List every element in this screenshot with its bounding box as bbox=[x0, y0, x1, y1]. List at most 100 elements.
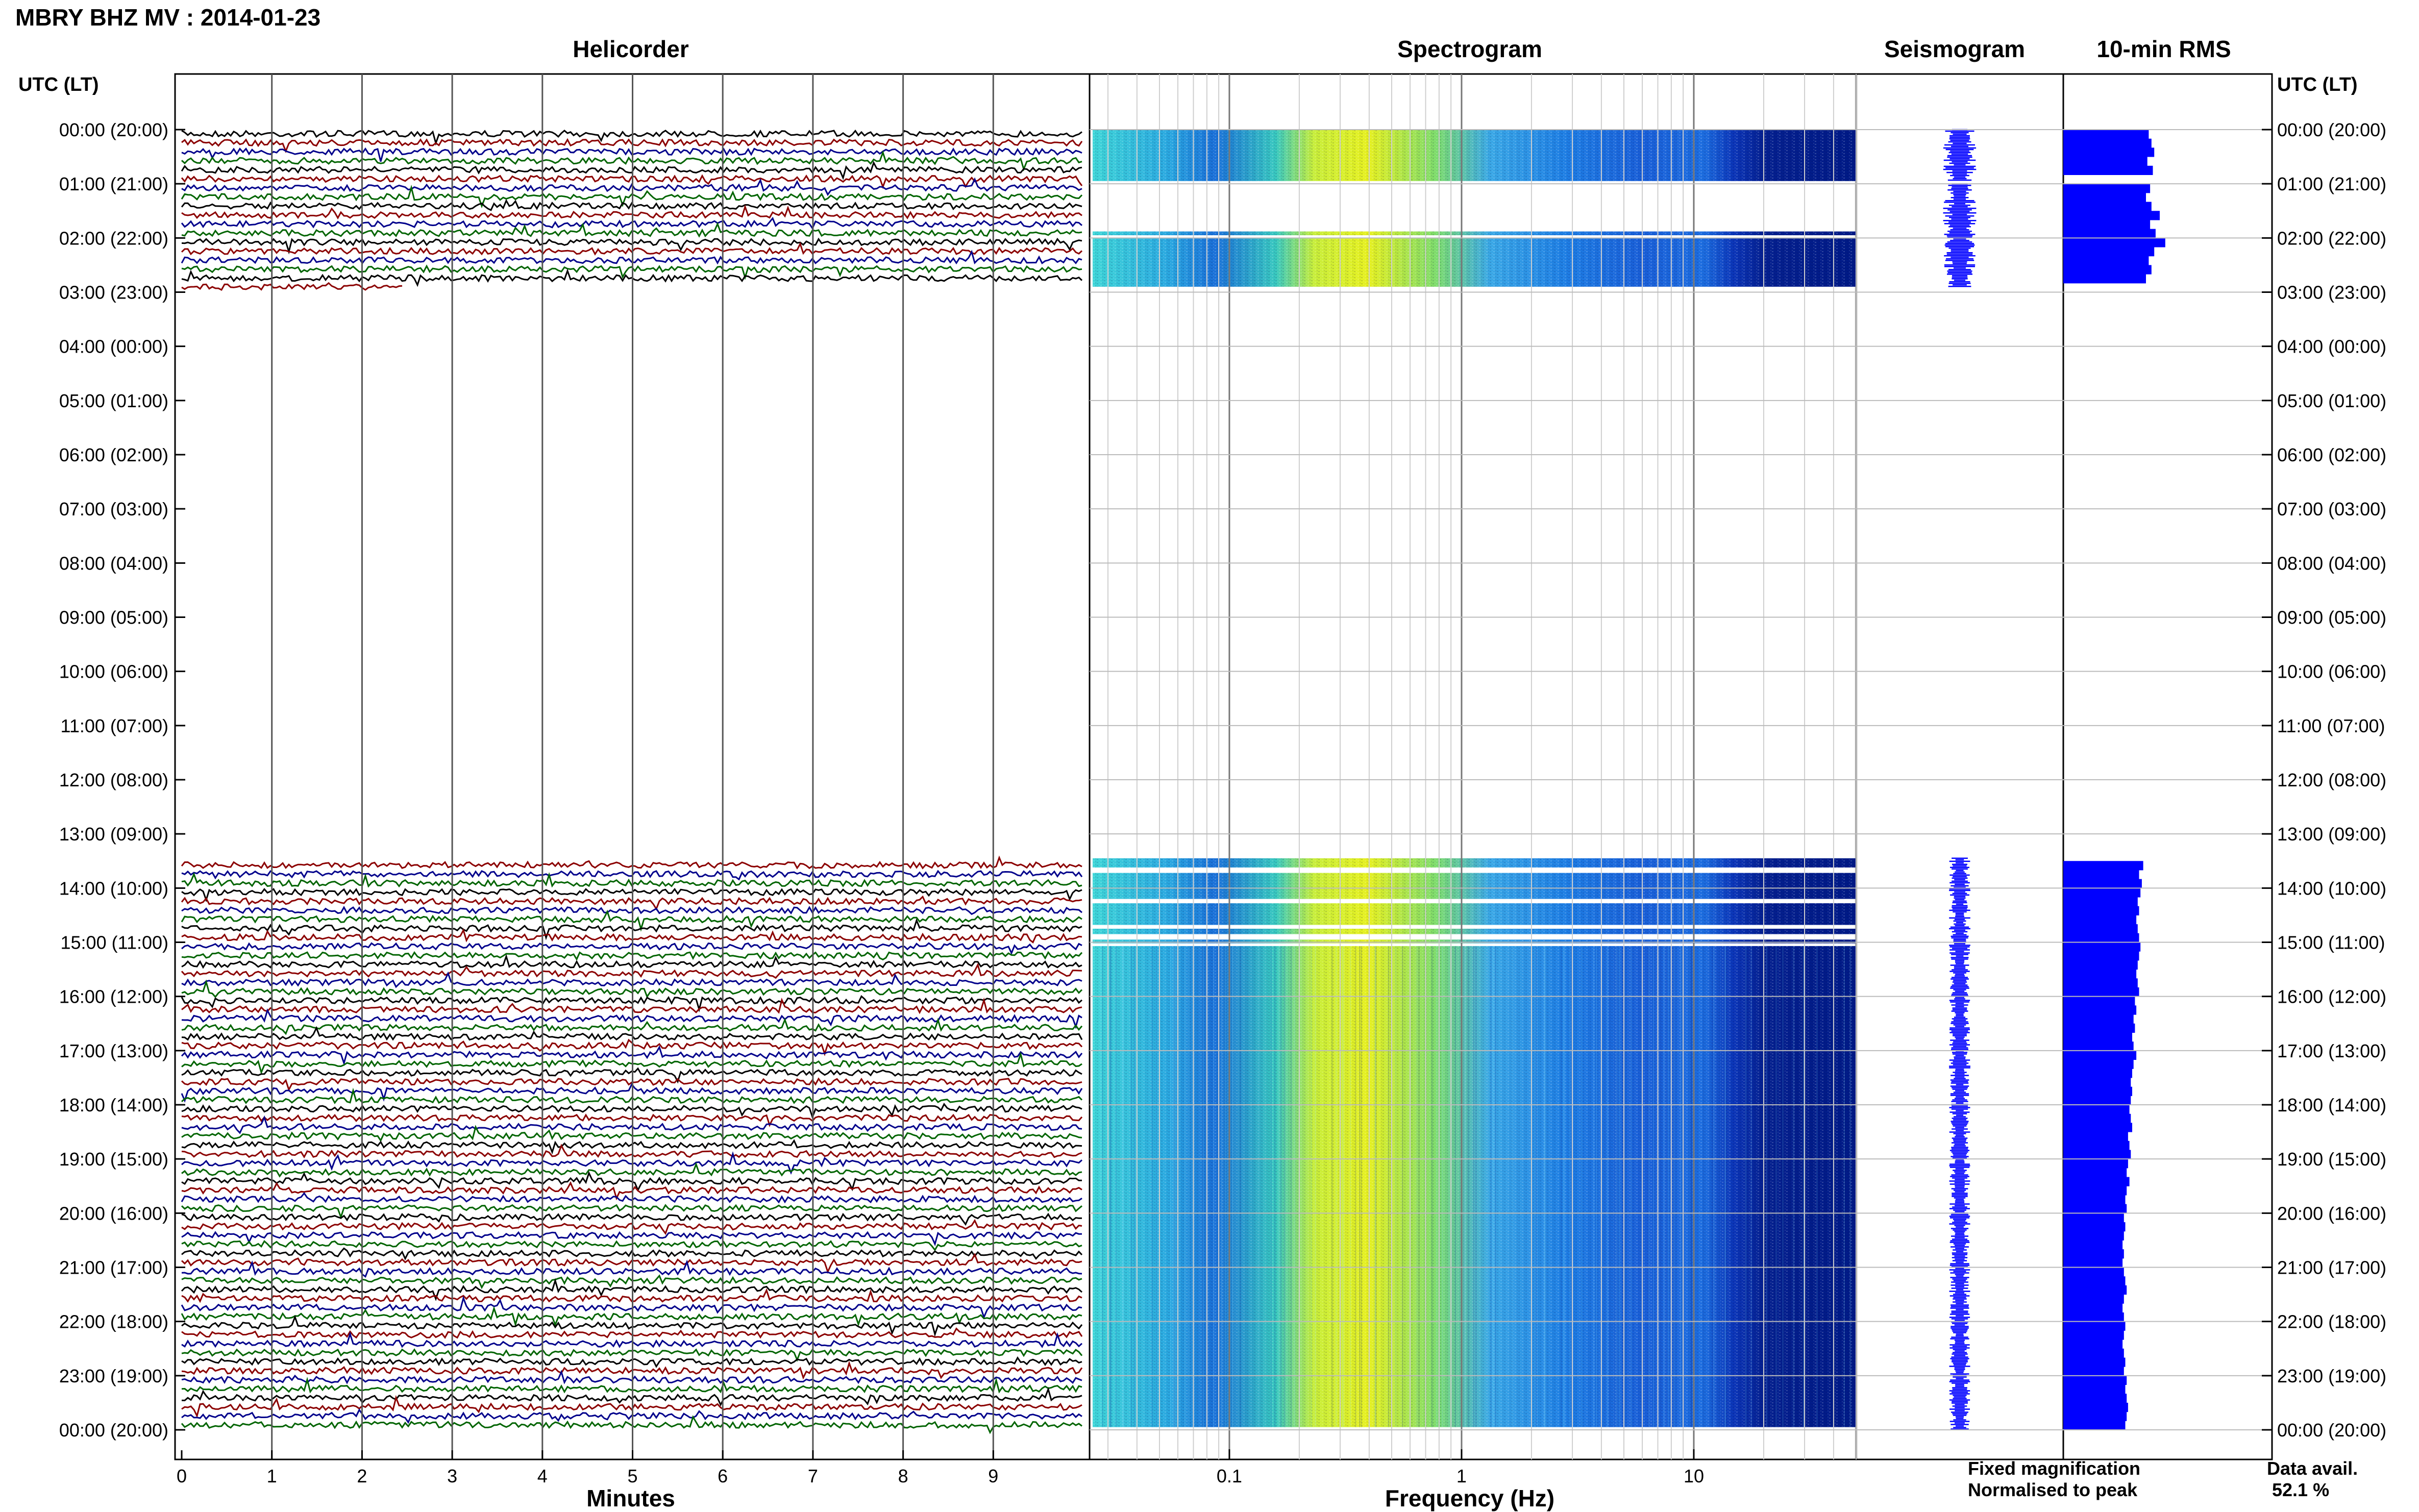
left-time-label: 02:00 (22:00) bbox=[59, 228, 168, 249]
right-time-label: 02:00 (22:00) bbox=[2277, 228, 2386, 249]
right-time-label: 10:00 (06:00) bbox=[2277, 661, 2386, 682]
spectrogram-streak bbox=[1448, 946, 1450, 1427]
right-time-label: 00:00 (20:00) bbox=[2277, 119, 2386, 140]
minute-tick-label: 0 bbox=[177, 1466, 187, 1486]
rms-bar bbox=[2063, 897, 2138, 907]
spectrogram-streak bbox=[1712, 946, 1713, 1427]
spectrogram-streak bbox=[1665, 946, 1667, 1427]
left-time-ticks: 00:00 (20:00) 01:00 (21:00) 02:00 (22:00) 0… bbox=[59, 119, 185, 1441]
spectrogram-streak bbox=[1291, 946, 1292, 1427]
spectrogram-streak bbox=[1176, 946, 1177, 1427]
right-time-label: 22:00 (18:00) bbox=[2277, 1311, 2386, 1332]
spectrogram-streak bbox=[1745, 946, 1746, 1427]
right-time-label: 07:00 (03:00) bbox=[2277, 499, 2386, 519]
spectrogram-streak bbox=[1278, 946, 1279, 1427]
rms-bar bbox=[2063, 238, 2165, 247]
minute-tick-label: 2 bbox=[357, 1466, 367, 1486]
spectrogram-streak bbox=[1561, 946, 1562, 1427]
rms-bar bbox=[2063, 915, 2137, 925]
right-time-label: 04:00 (00:00) bbox=[2277, 336, 2386, 357]
spectrogram-streak bbox=[1614, 946, 1615, 1427]
left-time-label: 00:00 (20:00) bbox=[59, 1420, 168, 1441]
spectrogram-streak bbox=[1569, 946, 1571, 1427]
right-time-label: 03:00 (23:00) bbox=[2277, 282, 2386, 303]
spectrogram-streak bbox=[1355, 946, 1356, 1427]
frequency-tick-label: 1 bbox=[1457, 1466, 1467, 1486]
rms-bar bbox=[2063, 229, 2156, 238]
seismogram-line bbox=[1943, 129, 1977, 181]
spectrogram-streak bbox=[1100, 946, 1101, 1427]
left-time-label: 11:00 (07:00) bbox=[61, 715, 168, 736]
spectrogram-title: Spectrogram bbox=[1397, 36, 1542, 62]
left-time-label: 23:00 (19:00) bbox=[59, 1366, 168, 1386]
spectrogram-streak bbox=[1744, 946, 1746, 1427]
figure-title: MBRY BHZ MV : 2014-01-23 bbox=[15, 4, 320, 31]
left-time-label: 21:00 (17:00) bbox=[59, 1257, 168, 1278]
right-time-label: 20:00 (16:00) bbox=[2277, 1203, 2386, 1224]
rms-bar bbox=[2063, 1231, 2124, 1241]
spectrogram-streak bbox=[1188, 946, 1190, 1427]
rms-bar bbox=[2063, 924, 2138, 934]
rms-bar bbox=[2063, 1023, 2135, 1033]
spectrogram-streak bbox=[1791, 946, 1793, 1427]
rms-bar bbox=[2063, 1168, 2127, 1178]
right-time-label: 21:00 (17:00) bbox=[2277, 1257, 2386, 1278]
rms-bar bbox=[2063, 1330, 2124, 1340]
spectrogram-streak bbox=[1782, 946, 1784, 1427]
spectrogram-streak bbox=[1750, 946, 1752, 1427]
spectrogram-streak bbox=[1828, 946, 1829, 1427]
left-time-label: 22:00 (18:00) bbox=[59, 1311, 168, 1332]
rms-bar bbox=[2063, 1394, 2127, 1403]
spectrogram-streak bbox=[1849, 946, 1851, 1427]
spectrogram-streak bbox=[1545, 946, 1546, 1427]
left-time-label: 16:00 (12:00) bbox=[59, 986, 168, 1007]
spectrogram-streak bbox=[1474, 946, 1476, 1427]
left-time-label: 08:00 (04:00) bbox=[59, 553, 168, 574]
rms-bar bbox=[2063, 130, 2149, 139]
right-time-ticks: 00:00 (20:00) 01:00 (21:00) 02:00 (22:00) 0… bbox=[2262, 119, 2386, 1441]
rms-bar bbox=[2063, 1357, 2126, 1367]
spectrogram-streak bbox=[1596, 946, 1597, 1427]
legend-fixed-magnification: Fixed magnification bbox=[1968, 1458, 2140, 1479]
spectrogram-streak bbox=[1342, 946, 1343, 1427]
rms-bar bbox=[2063, 247, 2155, 257]
left-time-label: 17:00 (13:00) bbox=[59, 1040, 168, 1061]
spectrogram-streak bbox=[1663, 946, 1665, 1427]
spectrogram-streak bbox=[1221, 946, 1222, 1427]
rms-bar bbox=[2063, 1285, 2127, 1295]
spectrogram-streak bbox=[1621, 946, 1623, 1427]
spectrogram-streak bbox=[1609, 946, 1611, 1427]
spectrogram-streak bbox=[1350, 946, 1351, 1427]
spectrogram-streak bbox=[1843, 946, 1845, 1427]
spectrogram-streak bbox=[1488, 946, 1489, 1427]
rms-bar bbox=[2063, 1375, 2127, 1385]
left-time-label: 06:00 (02:00) bbox=[59, 444, 168, 465]
right-axis-label: UTC (LT) bbox=[2277, 74, 2358, 95]
rms-bar bbox=[2063, 165, 2153, 176]
rms-bar bbox=[2063, 1069, 2132, 1078]
spectrogram-streak bbox=[1232, 946, 1234, 1427]
spectrogram-streak bbox=[1418, 946, 1420, 1427]
seismogram-line bbox=[1943, 183, 1977, 287]
spectrogram-streak bbox=[1151, 946, 1153, 1427]
spectrogram-streak bbox=[1468, 946, 1469, 1427]
rms-bar bbox=[2063, 1258, 2123, 1268]
spectrogram-streak bbox=[1581, 946, 1583, 1427]
spectrogram-streak bbox=[1691, 946, 1693, 1427]
spectrogram-streak bbox=[1724, 946, 1726, 1427]
spectrogram-streak bbox=[1343, 946, 1344, 1427]
spectrogram-streak bbox=[1570, 946, 1572, 1427]
legend-normalised-to-peak: Normalised to peak bbox=[1968, 1479, 2138, 1500]
rms-bar bbox=[2063, 1340, 2123, 1349]
spectrogram-streak bbox=[1473, 946, 1474, 1427]
right-time-label: 08:00 (04:00) bbox=[2277, 553, 2386, 574]
rms-bar bbox=[2063, 1141, 2130, 1151]
spectrogram-streak bbox=[1660, 946, 1662, 1427]
spectrogram-streak bbox=[1442, 946, 1443, 1427]
spectrogram-streak bbox=[1225, 946, 1226, 1427]
left-time-label: 05:00 (01:00) bbox=[59, 390, 168, 411]
right-time-label: 17:00 (13:00) bbox=[2277, 1040, 2386, 1061]
left-time-label: 03:00 (23:00) bbox=[59, 282, 168, 303]
seismogram-line bbox=[1949, 941, 1970, 1430]
left-time-label: 20:00 (16:00) bbox=[59, 1203, 168, 1224]
